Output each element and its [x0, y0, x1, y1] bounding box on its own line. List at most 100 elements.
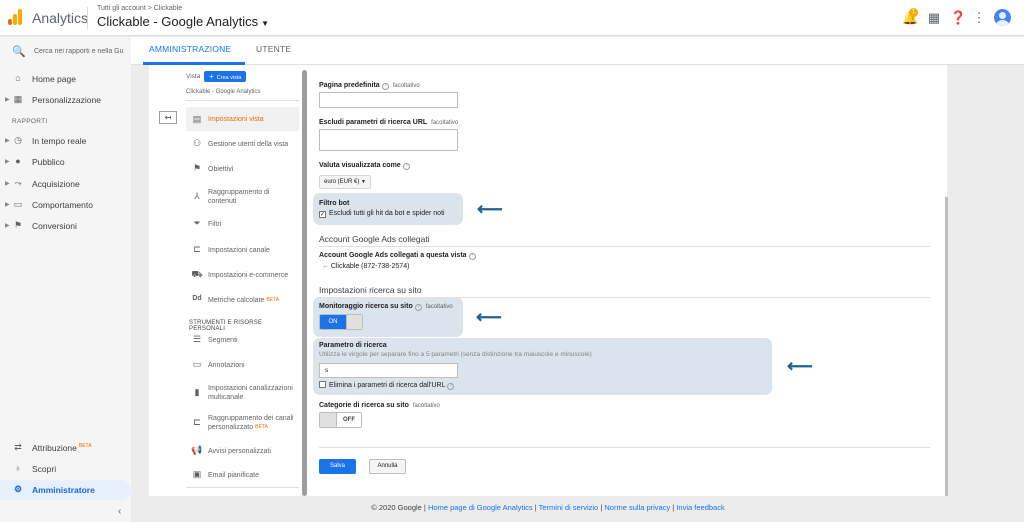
item-label: Filtri	[208, 221, 222, 228]
divider	[87, 7, 88, 29]
scheduled-emails-item[interactable]: ▣ Email pianificate	[186, 466, 299, 484]
view-user-management-item[interactable]: ⚇ Gestione utenti della vista	[186, 135, 299, 153]
nav-label: Pubblico	[32, 157, 65, 167]
content-grouping-item[interactable]: ⅄ Raggruppamento di contenuti	[186, 185, 299, 209]
label-text: Escludi parametri di ricerca URL	[319, 119, 428, 126]
site-search-categories-toggle[interactable]: OFF	[319, 412, 362, 428]
feedback-link[interactable]: Invia feedback	[676, 503, 724, 512]
nav-conversions[interactable]: ▶ ⚑ Conversioni	[0, 216, 131, 236]
form-scrollbar[interactable]	[945, 197, 948, 496]
tab-user[interactable]: UTENTE	[256, 44, 291, 54]
strip-params-checkbox[interactable]: Elimina i parametri di ricerca dall'URL?	[319, 381, 455, 390]
exclude-params-textarea[interactable]	[319, 129, 458, 151]
dd-icon: Dd	[192, 295, 202, 302]
goals-item[interactable]: ⚑ Obiettivi	[186, 160, 299, 178]
copyright: © 2020 Google |	[371, 503, 426, 512]
annotations-item[interactable]: ▭ Annotazioni	[186, 356, 299, 374]
label-text: Pagina predefinita	[319, 82, 380, 89]
collapse-nav-icon[interactable]: ‹	[118, 506, 121, 517]
arrow-left-icon: ⟵	[787, 356, 813, 376]
custom-channel-grouping-item[interactable]: ⊏ Raggruppamento dei canali personalizzat…	[186, 411, 299, 435]
item-label: Impostazioni e-commerce	[208, 272, 289, 279]
checkbox-unchecked-icon	[319, 381, 326, 388]
home-link[interactable]: Home page di Google Analytics	[428, 503, 533, 512]
ads-section-title: Account Google Ads collegati	[319, 234, 430, 244]
help-icon[interactable]: ?	[468, 253, 476, 260]
query-param-input[interactable]: s	[319, 363, 458, 378]
flag-icon: ⚑	[13, 220, 23, 230]
label-text: Valuta visualizzata come	[319, 162, 401, 169]
save-button[interactable]: Salva	[319, 459, 356, 474]
calculated-metrics-item[interactable]: Dd Metriche calcolate BETA	[186, 291, 299, 309]
item-label: Annotazioni	[208, 362, 245, 369]
help-icon[interactable]: ?	[447, 383, 455, 390]
nav-audience[interactable]: ▶ ● Pubblico	[0, 152, 131, 172]
nav-home[interactable]: ⌂ Home page	[0, 69, 131, 89]
help-icon[interactable]: ❓	[950, 10, 966, 26]
item-label: Raggruppamento dei canali personalizzato	[208, 415, 294, 431]
nav-acquisition[interactable]: ▶ ⤳ Acquisizione	[0, 174, 131, 194]
default-page-input[interactable]	[319, 92, 458, 108]
avatar[interactable]	[994, 9, 1011, 26]
view-settings-item[interactable]: ▤ Impostazioni vista	[186, 107, 299, 131]
breadcrumb[interactable]: Tutti gli account > Clickable	[97, 5, 182, 12]
checkbox-label: Escludi tutti gli hit da bot e spider no…	[329, 210, 445, 217]
tab-admin[interactable]: AMMINISTRAZIONE	[149, 44, 231, 54]
nav-label: Amministratore	[32, 485, 95, 495]
currency-select[interactable]: euro (EUR €) ▼	[319, 175, 371, 189]
help-icon[interactable]: ?	[414, 304, 422, 311]
segments-item[interactable]: ☰ Segmenti	[186, 331, 299, 349]
cart-icon: ⛟	[191, 269, 203, 279]
megaphone-icon: 📢	[191, 445, 203, 455]
nav-label: In tempo reale	[32, 136, 87, 146]
item-label: Gestione utenti della vista	[208, 141, 289, 148]
arrow-left-icon: ⟵	[477, 199, 503, 219]
nav-discover[interactable]: ♁ Scopri	[0, 459, 131, 479]
channel-group-icon: ⊏	[193, 417, 201, 427]
cancel-button[interactable]: Annulla	[369, 459, 406, 474]
property-title: Clickable - Google Analytics	[97, 14, 259, 29]
beta-badge: BETA	[78, 443, 92, 449]
custom-alerts-item[interactable]: 📢 Avvisi personalizzati	[186, 442, 299, 460]
bot-filter-checkbox[interactable]: ✓ Escludi tutti gli hit da bot e spider n…	[319, 210, 445, 218]
privacy-link[interactable]: Norme sulla privacy	[604, 503, 670, 512]
view-label: Vista	[186, 73, 201, 80]
toggle-knob	[346, 315, 362, 329]
ecommerce-settings-item[interactable]: ⛟ Impostazioni e-commerce	[186, 266, 299, 284]
nav-realtime[interactable]: ▶ ◷ In tempo reale	[0, 131, 131, 151]
behavior-icon: ▭	[13, 199, 23, 209]
site-search-toggle[interactable]: ON	[319, 314, 363, 330]
more-vert-icon[interactable]: ⋮	[971, 10, 987, 26]
item-label: Segmenti	[208, 337, 238, 344]
nav-customization[interactable]: ▶ ▦ Personalizzazione	[0, 90, 131, 110]
item-label: Raggruppamento di contenuti	[208, 189, 270, 205]
attribution-label: Attribuzione	[32, 443, 77, 453]
create-view-button[interactable]: + Crea vista	[204, 71, 247, 82]
help-icon[interactable]: ?	[402, 163, 410, 170]
view-settings-form: Pagina predefinita? facoltativo Escludi p…	[299, 65, 948, 496]
exclude-params-label: Escludi parametri di ricerca URL facoltat…	[319, 119, 458, 126]
nav-attribution[interactable]: ⇄ Attribuzione BETA	[0, 438, 131, 458]
checkbox-checked-icon: ✓	[319, 211, 326, 218]
search-reports[interactable]: 🔍 Cerca nei rapporti e nella Gu	[0, 39, 131, 65]
nav-behavior[interactable]: ▶ ▭ Comportamento	[0, 195, 131, 215]
divider	[186, 100, 299, 101]
terms-link[interactable]: Termini di servizio	[539, 503, 599, 512]
property-selector[interactable]: Clickable - Google Analytics ▼	[97, 14, 269, 29]
nav-label: Attribuzione BETA	[32, 443, 92, 453]
multichannel-settings-item[interactable]: ▮ Impostazioni canalizzazioni multicanale	[186, 381, 299, 405]
analytics-logo-icon[interactable]	[8, 9, 24, 25]
channel-settings-item[interactable]: ⊏ Impostazioni canale	[186, 241, 299, 259]
lightbulb-icon: ♁	[14, 463, 22, 473]
back-arrow-icon[interactable]: ↤	[159, 111, 177, 124]
link-icon: ⟜	[323, 264, 328, 270]
app-name[interactable]: Analytics	[32, 10, 88, 26]
filters-item[interactable]: ⏷ Filtri	[186, 215, 299, 233]
expand-icon: ▶	[5, 202, 10, 208]
apps-grid-icon[interactable]: ▦	[926, 10, 942, 26]
item-label: Impostazioni canale	[208, 247, 270, 254]
view-name[interactable]: Clickable - Google Analytics	[186, 89, 260, 95]
nav-label: Scopri	[32, 464, 57, 474]
nav-admin[interactable]: ⚙ Amministratore	[0, 480, 131, 500]
help-icon[interactable]: ?	[381, 83, 389, 90]
